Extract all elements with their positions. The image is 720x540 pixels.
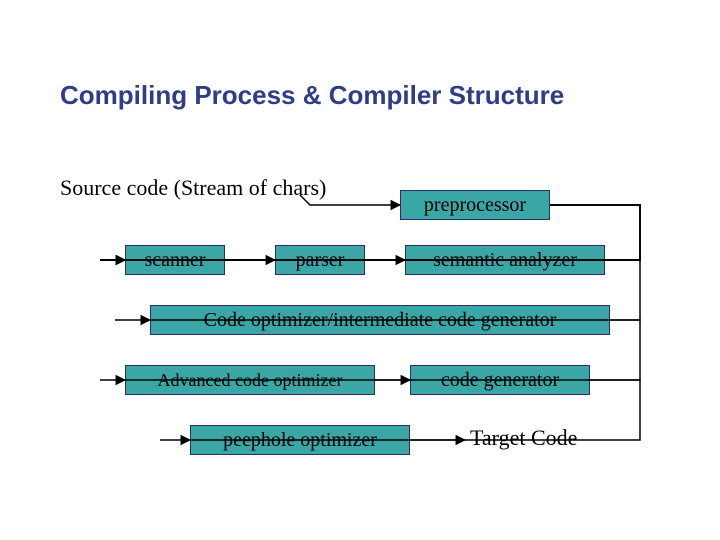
- scanner-box: scanner: [125, 245, 225, 275]
- source-code-label: Source code (Stream of chars): [60, 175, 326, 201]
- advanced-optimizer-box: Advanced code optimizer: [125, 365, 375, 395]
- peephole-optimizer-box: peephole optimizer: [190, 425, 410, 455]
- semantic-analyzer-box: semantic analyzer: [405, 245, 605, 275]
- code-generator-box: code generator: [410, 365, 590, 395]
- optimizer-intermediate-box: Code optimizer/intermediate code generat…: [150, 305, 610, 335]
- target-code-label: Target Code: [470, 425, 577, 451]
- parser-box: parser: [275, 245, 365, 275]
- slide-title: Compiling Process & Compiler Structure: [60, 80, 564, 111]
- preprocessor-box: preprocessor: [400, 190, 550, 220]
